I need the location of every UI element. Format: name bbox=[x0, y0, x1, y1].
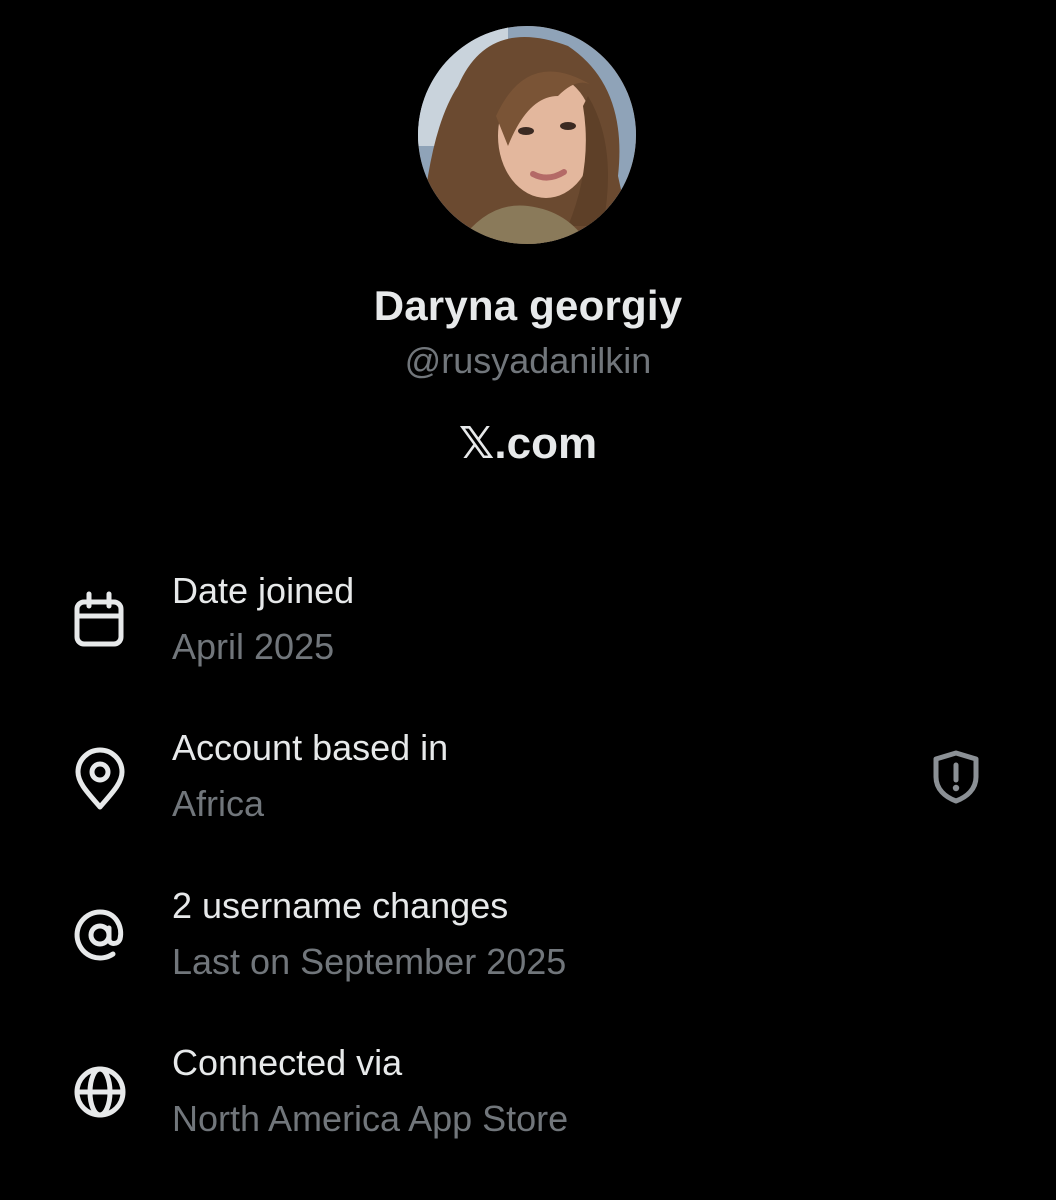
detail-row-date-joined: Date joined April 2025 bbox=[0, 570, 1056, 690]
shield-alert-icon[interactable] bbox=[928, 749, 984, 805]
detail-row-connected-via: Connected via North America App Store bbox=[0, 1042, 1056, 1162]
detail-title: Date joined bbox=[172, 570, 355, 611]
calendar-icon bbox=[74, 591, 124, 647]
avatar[interactable] bbox=[418, 26, 636, 244]
at-sign-icon bbox=[74, 909, 124, 961]
detail-row-account-based-in: Account based in Africa bbox=[0, 727, 1056, 847]
detail-value: April 2025 bbox=[172, 626, 335, 667]
username-handle: @rusyadanilkin bbox=[404, 340, 652, 381]
detail-title: Account based in bbox=[172, 727, 449, 768]
detail-value: North America App Store bbox=[172, 1098, 569, 1139]
display-name: Daryna georgiy bbox=[373, 282, 683, 329]
site-label: 𝕏.com bbox=[458, 419, 598, 468]
detail-value: Africa bbox=[172, 783, 265, 824]
detail-value: Last on September 2025 bbox=[172, 941, 567, 982]
detail-title: Connected via bbox=[172, 1042, 403, 1083]
detail-row-username-changes: 2 username changes Last on September 202… bbox=[0, 885, 1056, 1005]
detail-title: 2 username changes bbox=[172, 885, 509, 926]
globe-icon bbox=[74, 1066, 126, 1118]
avatar-photo bbox=[418, 26, 636, 244]
location-pin-icon bbox=[75, 747, 125, 810]
